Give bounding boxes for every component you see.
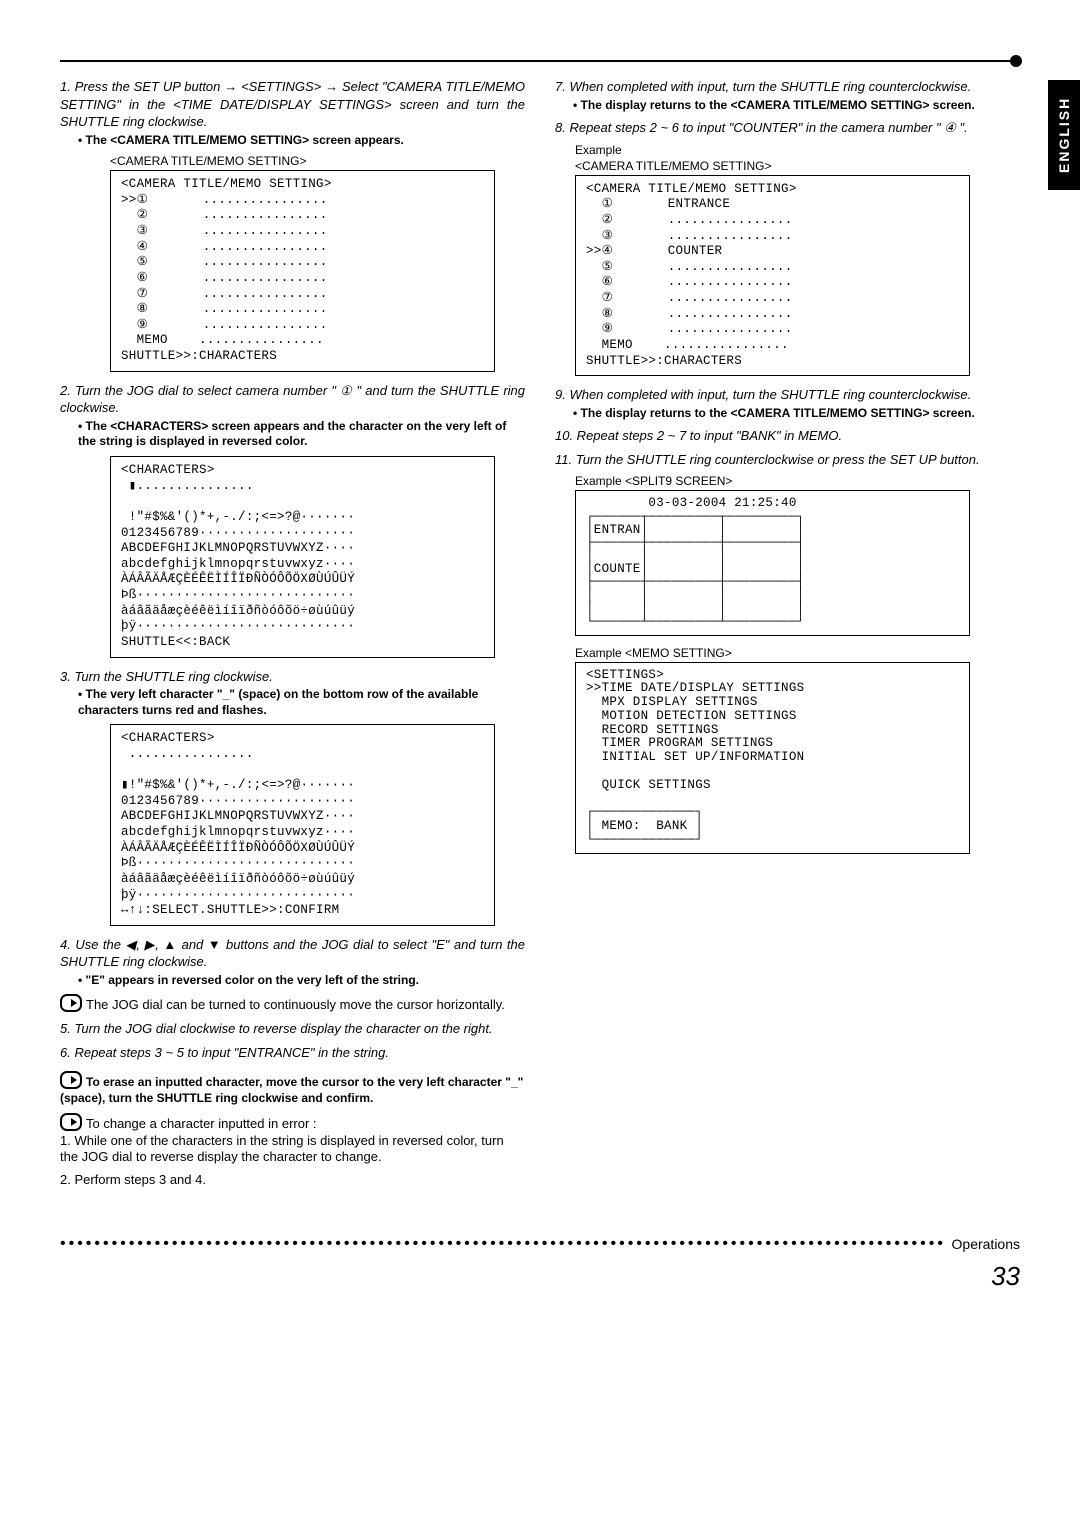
note-erase: To erase an inputted character, move the… [60, 1071, 525, 1106]
step-5: 5. Turn the JOG dial clockwise to revers… [60, 1020, 525, 1038]
step-9: 9. When completed with input, turn the S… [555, 386, 1020, 404]
step-1: 1. Press the SET UP button → <SETTINGS> … [60, 78, 525, 131]
top-rule [60, 60, 1020, 62]
step-1-bullet: • The <CAMERA TITLE/MEMO SETTING> screen… [78, 133, 525, 149]
footer-dots [60, 1235, 946, 1253]
note-icon [60, 1071, 82, 1089]
page-number: 33 [60, 1261, 1020, 1292]
step-10: 10. Repeat steps 2 ~ 7 to input "BANK" i… [555, 427, 1020, 445]
step-3: 3. Turn the SHUTTLE ring clockwise. [60, 668, 525, 686]
step-9-bullet: • The display returns to the <CAMERA TIT… [573, 406, 1020, 422]
note-change-2: 2. Perform steps 3 and 4. [60, 1172, 525, 1189]
screen-camera-title-2: <CAMERA TITLE/MEMO SETTING> ① ENTRANCE ②… [575, 175, 970, 377]
note-jog-text: The JOG dial can be turned to continuous… [86, 997, 505, 1012]
step-7: 7. When completed with input, turn the S… [555, 78, 1020, 96]
screen-camera-title: <CAMERA TITLE/MEMO SETTING> >>① ........… [110, 170, 495, 372]
step-8: 8. Repeat steps 2 ~ 6 to input "COUNTER"… [555, 119, 1020, 137]
step-7-bullet: • The display returns to the <CAMERA TIT… [573, 98, 1020, 114]
step-6: 6. Repeat steps 3 ~ 5 to input "ENTRANCE… [60, 1044, 525, 1062]
step-3-bullet: • The very left character "_" (space) on… [78, 687, 525, 718]
screenR3-label: Example <MEMO SETTING> [575, 646, 1020, 660]
step-11: 11. Turn the SHUTTLE ring counterclockwi… [555, 451, 1020, 469]
example-label-1: Example [575, 143, 1020, 157]
step-2-bullet: • The <CHARACTERS> screen appears and th… [78, 419, 525, 450]
note-jog: The JOG dial can be turned to continuous… [60, 994, 525, 1014]
language-tab: ENGLISH [1048, 80, 1080, 190]
footer: Operations 33 [60, 1235, 1020, 1292]
note-icon [60, 1113, 82, 1131]
note-change-1: 1. While one of the characters in the st… [60, 1133, 504, 1165]
note-erase-text: To erase an inputted character, move the… [60, 1075, 523, 1105]
screen-memo-setting: <SETTINGS> >>TIME DATE/DISPLAY SETTINGS … [575, 662, 970, 855]
screen1-label: <CAMERA TITLE/MEMO SETTING> [110, 154, 525, 168]
left-column: 1. Press the SET UP button → <SETTINGS> … [60, 72, 525, 1195]
step-4: 4. Use the ◀, ▶, ▲ and ▼ buttons and the… [60, 936, 525, 971]
note-change: To change a character inputted in error … [60, 1113, 525, 1167]
screenR1-label: <CAMERA TITLE/MEMO SETTING> [575, 159, 1020, 173]
screen-split9: 03-03-2004 21:25:40 ┌──────┬─────────┬──… [575, 490, 970, 635]
note-icon [60, 994, 82, 1012]
right-column: 7. When completed with input, turn the S… [555, 72, 1020, 1195]
screen-characters-2: <CHARACTERS> ................ ▮!"#$%&'()… [110, 724, 495, 926]
screen-characters-1: <CHARACTERS> ▮............... !"#$%&'()*… [110, 456, 495, 658]
step-2: 2. Turn the JOG dial to select camera nu… [60, 382, 525, 417]
note-change-title: To change a character inputted in error … [86, 1116, 317, 1131]
screenR2-label: Example <SPLIT9 SCREEN> [575, 474, 1020, 488]
footer-ops: Operations [952, 1236, 1020, 1252]
step-4-bullet: • "E" appears in reversed color on the v… [78, 973, 525, 989]
